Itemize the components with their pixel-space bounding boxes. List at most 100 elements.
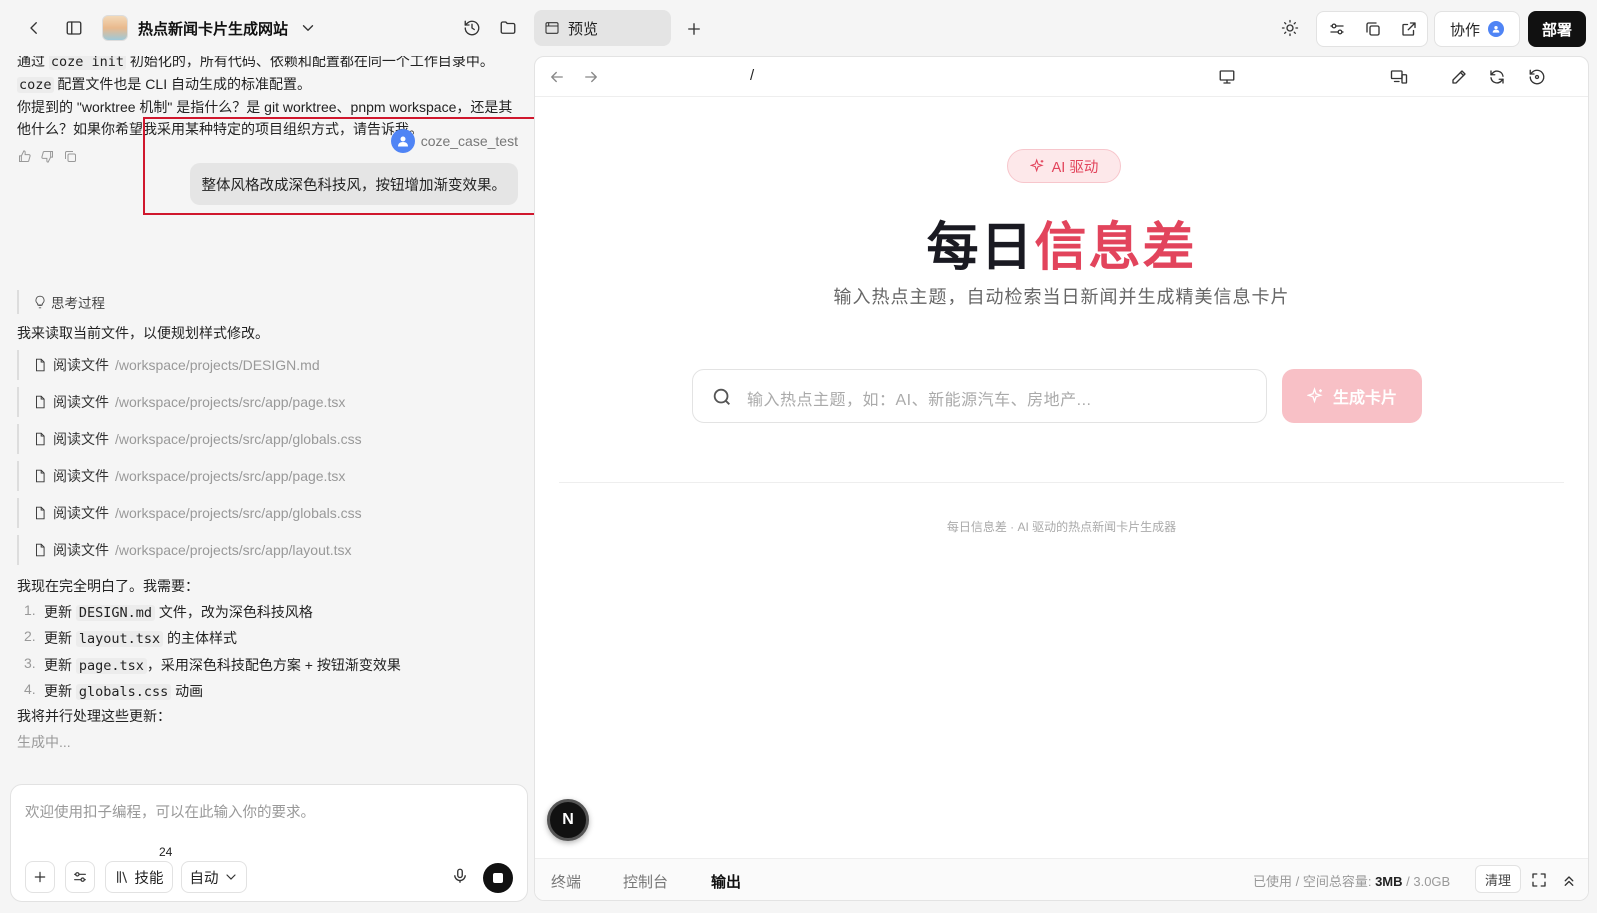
read-file-item[interactable]: 阅读文件 /workspace/projects/src/app/page.ts… [17, 461, 345, 491]
theme-toggle-button[interactable] [1276, 14, 1304, 42]
generate-label: 生成卡片 [1332, 390, 1397, 407]
read-file-item[interactable]: 阅读文件 /workspace/projects/src/app/page.ts… [17, 387, 345, 417]
topic-search-input[interactable]: 输入热点主题，如：AI、新能源汽车、房地产... [692, 369, 1267, 423]
thinking-process-toggle[interactable]: 思考过程 [17, 290, 105, 314]
project-logo [102, 15, 128, 41]
collapse-panel-button[interactable] [1555, 866, 1583, 894]
file-path: /workspace/projects/src/app/page.tsx [115, 394, 346, 410]
config-button[interactable] [1323, 15, 1351, 43]
sun-icon [1281, 19, 1299, 37]
stop-icon [493, 873, 503, 883]
project-dropdown-button[interactable] [294, 14, 322, 42]
sliders-icon [74, 872, 86, 882]
ai-badge: AI 驱动 [1007, 149, 1121, 183]
divider [559, 482, 1564, 483]
tab-output[interactable]: 输出 [711, 871, 741, 892]
project-title[interactable]: 热点新闻卡片生成网站 [138, 18, 288, 39]
copy-icon[interactable] [63, 149, 78, 164]
file-icon [36, 432, 45, 446]
page-title: 每日信息差 [926, 219, 1197, 277]
arrow-left-icon [551, 71, 563, 83]
nav-forward-button[interactable] [577, 63, 605, 91]
storage-usage: 已使用 / 空间总容量: 3MB / 3.0GB [1253, 874, 1451, 889]
tab-label: 预览 [568, 20, 599, 38]
read-file-label: 阅读文件 [53, 505, 109, 521]
clear-button[interactable]: 清理 [1475, 865, 1521, 893]
chevron-down-icon [302, 25, 314, 31]
chat-panel: 热点新闻卡片生成网站 通过 coze init 初始化的，所有代码、依赖和配置都… [0, 0, 536, 913]
user-icon [1492, 26, 1500, 33]
read-file-item[interactable]: 阅读文件 /workspace/projects/src/app/globals… [17, 498, 362, 528]
thumbs-up-icon[interactable] [17, 149, 32, 164]
stop-generation-button[interactable] [483, 863, 513, 893]
url-input[interactable]: / [750, 67, 754, 84]
ai-badge-label: AI 驱动 [1051, 159, 1099, 176]
deploy-button[interactable]: 部署 [1528, 11, 1586, 47]
user-name: coze_case_test [420, 133, 518, 149]
search-icon [713, 388, 730, 405]
read-file-item[interactable]: 阅读文件 /workspace/projects/src/app/layout.… [17, 535, 352, 565]
file-icon [36, 469, 45, 483]
settings-toggle-button[interactable] [65, 861, 95, 893]
avatar [1488, 21, 1504, 37]
device-toggle-button[interactable] [1385, 63, 1413, 91]
mode-select[interactable]: 自动 [181, 861, 247, 893]
voice-input-button[interactable] [451, 867, 469, 888]
tab-preview[interactable]: 预览 [534, 10, 671, 46]
fullscreen-icon [1532, 873, 1546, 887]
folder-icon [500, 21, 516, 34]
back-button[interactable] [20, 14, 48, 42]
page-footer: 每日信息差 · AI 驱动的热点新闻卡片生成器 [946, 520, 1177, 534]
read-file-label: 阅读文件 [53, 431, 109, 447]
plan-step: 3. 更新 page.tsx ，采用深色科技配色方案 + 按钮渐变效果 [24, 655, 401, 674]
assistant-paragraph: coze 配置文件也是 CLI 自动生成的标准配置。 [17, 76, 311, 93]
reload-button[interactable] [1523, 63, 1551, 91]
fullscreen-button[interactable] [1525, 866, 1553, 894]
refresh-button[interactable] [1483, 63, 1511, 91]
file-path: /workspace/projects/src/app/globals.css [115, 431, 362, 447]
folder-button[interactable] [494, 14, 522, 42]
read-file-label: 阅读文件 [53, 542, 109, 558]
history-button[interactable] [458, 14, 486, 42]
thumbs-down-icon[interactable] [40, 149, 55, 164]
tab-terminal[interactable]: 终端 [551, 871, 581, 892]
rotate-icon [1529, 69, 1545, 85]
toggle-sidebar-button[interactable] [60, 14, 88, 42]
read-file-item[interactable]: 阅读文件 /workspace/projects/src/app/globals… [17, 424, 362, 454]
file-icon [36, 543, 45, 557]
generating-status: 生成中... [17, 734, 71, 750]
add-attachment-button[interactable] [25, 861, 55, 893]
duplicate-button[interactable] [1359, 15, 1387, 43]
generate-card-button[interactable]: 生成卡片 [1282, 369, 1422, 423]
file-icon [36, 506, 45, 520]
edit-icon [1452, 70, 1466, 84]
preview-frame: / AI 驱动 每日信息差 输入热点主题，自动检索当日新闻并生成精美信息卡片 输… [534, 56, 1589, 901]
skills-button[interactable]: 技能 [105, 861, 173, 893]
screen-size-button[interactable] [1213, 63, 1241, 91]
file-path: /workspace/projects/src/app/layout.tsx [115, 542, 352, 558]
thinking-label: 思考过程 [51, 296, 105, 311]
plan-step: 1. 更新 DESIGN.md 文件，改为深色科技风格 [24, 602, 313, 621]
read-file-item[interactable]: 阅读文件 /workspace/projects/DESIGN.md [17, 350, 320, 380]
open-external-button[interactable] [1395, 15, 1423, 43]
read-file-label: 阅读文件 [53, 468, 109, 484]
nextjs-dev-button[interactable]: N [547, 799, 589, 841]
file-path: /workspace/projects/src/app/page.tsx [115, 468, 346, 484]
add-tab-button[interactable] [680, 15, 708, 43]
browser-icon [545, 22, 559, 34]
skills-label: 技能 [134, 870, 164, 887]
chat-input[interactable]: 欢迎使用扣子编程，可以在此输入你的要求。 [25, 801, 315, 822]
chat-input-box[interactable]: 欢迎使用扣子编程，可以在此输入你的要求。 24 技能 自动 [10, 784, 528, 902]
collaborate-button[interactable]: 协作 [1434, 11, 1520, 47]
url-bar: / [535, 57, 1588, 97]
devices-icon [1390, 70, 1408, 84]
edit-button[interactable] [1445, 63, 1473, 91]
assistant-paragraph: 通过 coze init 初始化的，所有代码、依赖和配置都在同一个工作目录中。 [17, 56, 494, 70]
user-header: coze_case_test [390, 129, 518, 153]
header-tool-group [1316, 11, 1428, 47]
tab-console[interactable]: 控制台 [623, 871, 668, 892]
nav-back-button[interactable] [543, 63, 571, 91]
assistant-understand: 我现在完全明白了。我需要： [17, 578, 199, 594]
assistant-intro: 我来读取当前文件，以便规划样式修改。 [17, 325, 269, 341]
file-icon [36, 358, 45, 372]
